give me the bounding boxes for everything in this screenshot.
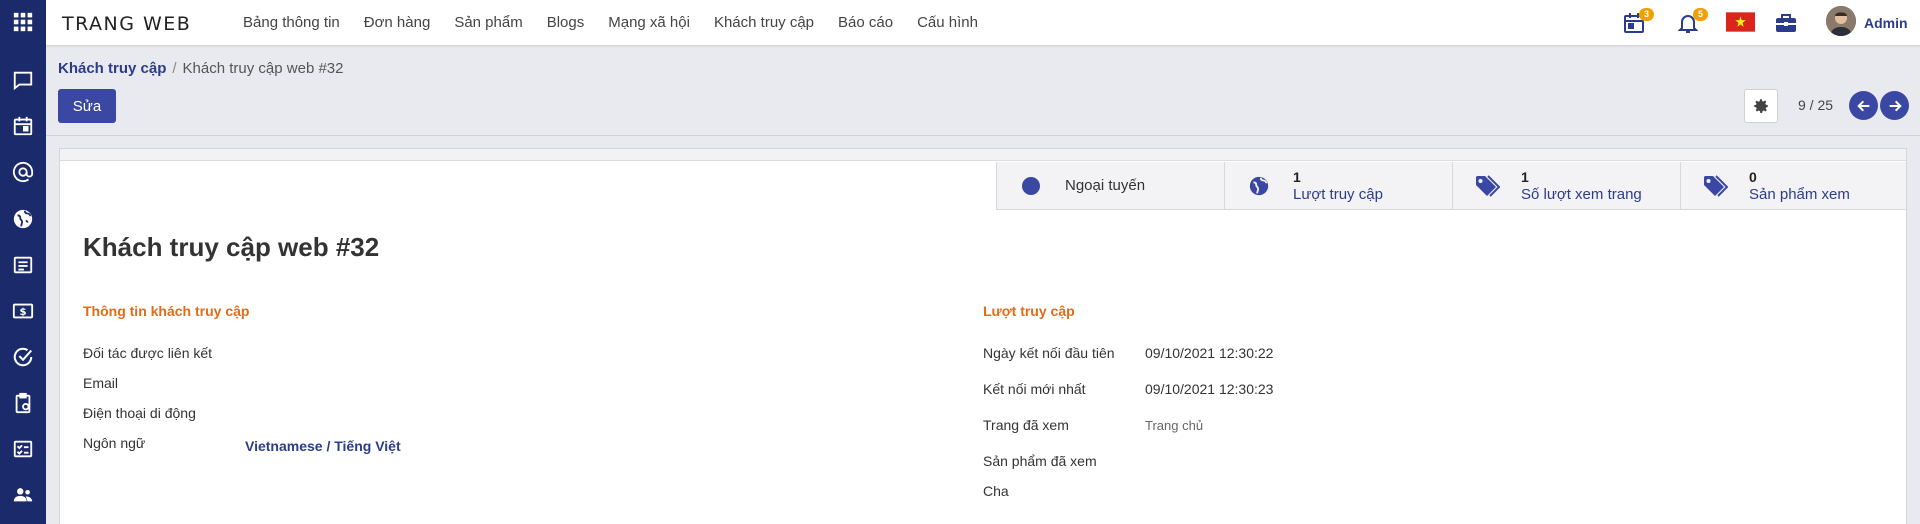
last-connection-label: Kết nối mới nhất [983, 381, 1086, 397]
first-connection-value: 09/10/2021 12:30:22 [1145, 345, 1274, 361]
task-check-icon[interactable] [11, 345, 35, 369]
globe-icon [1245, 172, 1273, 200]
chat-icon[interactable] [11, 68, 35, 92]
language-label: Ngôn ngữ [83, 435, 146, 451]
language-value-link[interactable]: Vietnamese / Tiếng Việt [245, 438, 401, 454]
top-navbar: TRANG WEB Bảng thông tin Đơn hàng Sản ph… [46, 0, 1920, 46]
first-connection-label: Ngày kết nối đầu tiên [983, 345, 1115, 361]
status-label: Ngoại tuyến [1065, 177, 1146, 194]
edit-button[interactable]: Sửa [58, 89, 116, 123]
products-viewed-label: Sản phẩm xem [1749, 185, 1850, 203]
email-label: Email [83, 375, 119, 391]
tags-icon [1701, 172, 1729, 200]
users-icon[interactable] [11, 483, 35, 507]
breadcrumb-separator: / [172, 60, 177, 77]
products-viewed-stat-button[interactable]: 0 Sản phẩm xem [1680, 162, 1906, 210]
app-brand[interactable]: TRANG WEB [62, 13, 191, 35]
visits-stat-button[interactable]: 1 Lượt truy cập [1224, 162, 1452, 210]
globe-icon[interactable] [11, 207, 35, 231]
breadcrumb: Khách truy cập / Khách truy cập web #32 [58, 60, 343, 77]
arrow-left-icon [1856, 100, 1869, 111]
arrow-right-icon [1889, 100, 1902, 111]
sheet-header-strip [60, 149, 1906, 161]
menu-item-orders[interactable]: Đơn hàng [364, 14, 431, 31]
settings-gear-button[interactable] [1744, 89, 1778, 123]
main-menu: Bảng thông tin Đơn hàng Sản phẩm Blogs M… [243, 14, 1002, 31]
menu-item-config[interactable]: Cấu hình [917, 14, 978, 31]
parent-label: Cha [983, 483, 1009, 499]
gear-icon [1754, 99, 1768, 113]
products-viewed-count: 0 [1749, 168, 1757, 185]
pageviews-count: 1 [1521, 168, 1529, 185]
menu-item-social[interactable]: Mạng xã hội [608, 14, 690, 31]
menu-item-blogs[interactable]: Blogs [547, 14, 585, 31]
mobile-label: Điện thoại di động [83, 405, 196, 421]
pager-previous-button[interactable] [1849, 91, 1878, 120]
newspaper-icon[interactable] [11, 253, 35, 277]
status-dot-icon [1017, 172, 1045, 200]
pager-next-button[interactable] [1880, 91, 1909, 120]
breadcrumb-current: Khách truy cập web #32 [182, 60, 344, 77]
tags-icon [1473, 172, 1501, 200]
last-connection-value: 09/10/2021 12:30:23 [1145, 381, 1274, 397]
calendar-icon[interactable] [11, 114, 35, 138]
menu-item-dashboard[interactable]: Bảng thông tin [243, 14, 340, 31]
pages-viewed-tag[interactable]: Trang chủ [1145, 418, 1203, 433]
menu-item-products[interactable]: Sản phẩm [454, 14, 522, 31]
bell-icon[interactable]: 5 [1676, 8, 1708, 35]
status-offline-button[interactable]: Ngoại tuyến [996, 162, 1224, 210]
briefcase-icon[interactable] [1774, 11, 1798, 35]
partner-label: Đối tác được liên kết [83, 345, 213, 361]
user-name[interactable]: Admin [1864, 15, 1908, 31]
checklist-icon[interactable] [11, 437, 35, 461]
visits-count: 1 [1293, 168, 1301, 185]
vietnam-flag-icon[interactable] [1726, 12, 1755, 32]
sidebar-rail: $ [0, 0, 46, 524]
pager-value[interactable]: 9 / 25 [1798, 97, 1833, 113]
at-sign-icon[interactable] [11, 160, 35, 184]
pageviews-label: Số lượt xem trang [1521, 185, 1642, 203]
activity-calendar-icon[interactable]: 3 [1622, 8, 1654, 35]
notification-badge: 5 [1693, 8, 1708, 21]
visitor-info-group-title: Thông tin khách truy cập [83, 303, 250, 319]
menu-item-visitors[interactable]: Khách truy cập [714, 14, 814, 31]
invoice-dollar-icon[interactable]: $ [11, 299, 35, 323]
apps-grid-icon[interactable] [11, 10, 35, 34]
pageviews-stat-button[interactable]: 1 Số lượt xem trang [1452, 162, 1680, 210]
products-viewed-field-label: Sản phẩm đã xem [983, 453, 1097, 469]
clipboard-icon[interactable] [11, 391, 35, 415]
form-sheet: Ngoại tuyến 1 Lượt truy cập 1 Số lượt xe… [59, 148, 1907, 524]
pages-viewed-label: Trang đã xem [983, 417, 1069, 433]
visits-group-title: Lượt truy cập [983, 303, 1075, 319]
svg-text:$: $ [19, 307, 26, 318]
avatar[interactable] [1826, 6, 1856, 36]
activity-badge: 3 [1639, 8, 1654, 21]
breadcrumb-parent-link[interactable]: Khách truy cập [58, 60, 166, 77]
control-panel-divider [46, 135, 1920, 136]
record-title: Khách truy cập web #32 [83, 232, 380, 262]
menu-item-reports[interactable]: Báo cáo [838, 14, 893, 31]
visits-label: Lượt truy cập [1293, 185, 1383, 203]
